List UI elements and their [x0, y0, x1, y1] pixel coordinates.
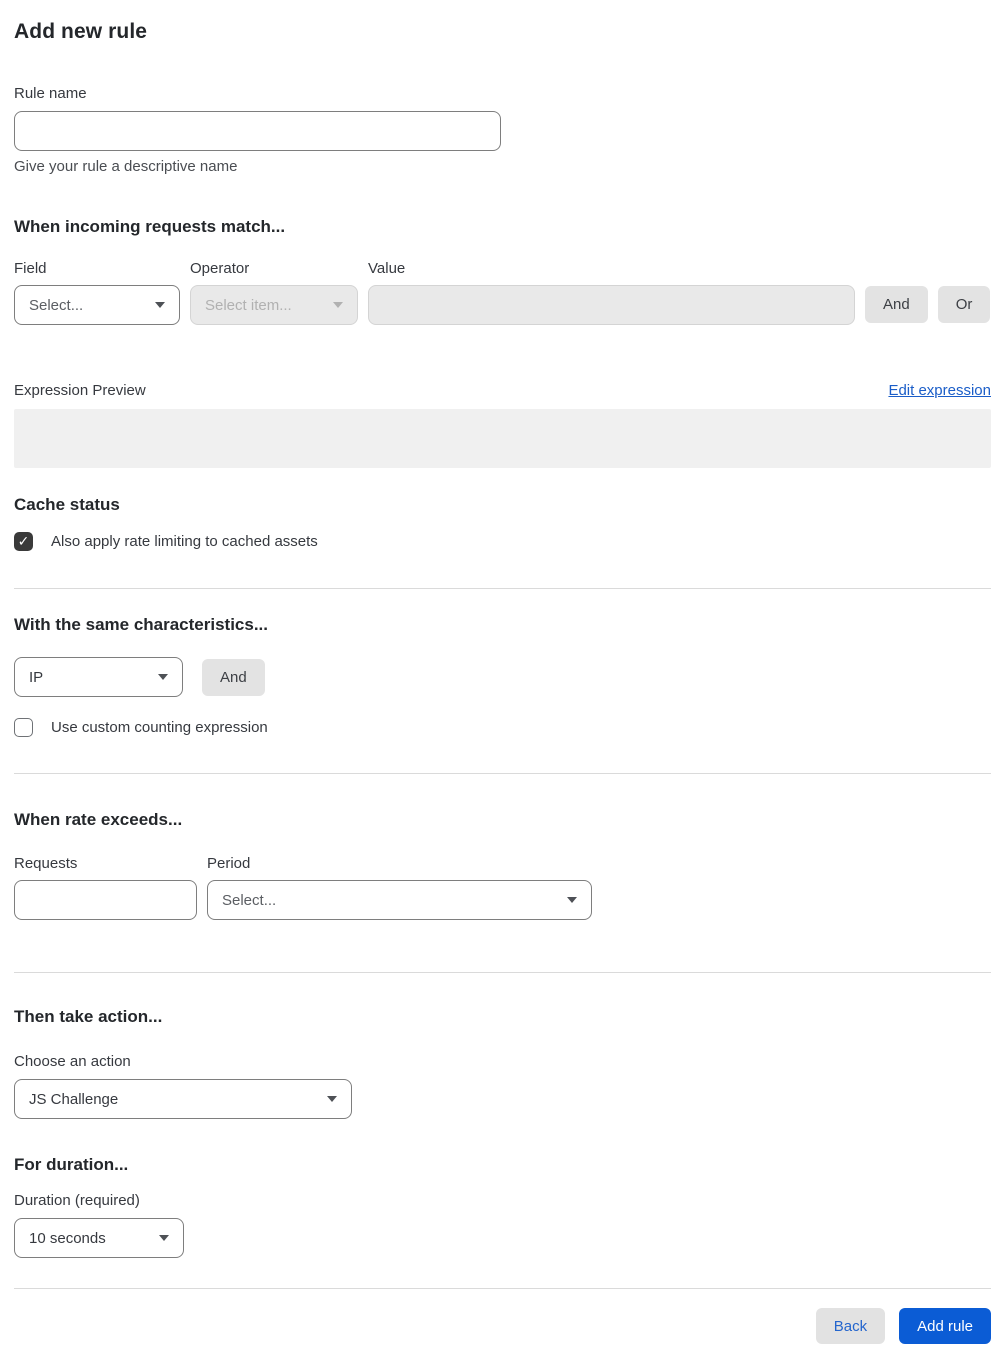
value-label: Value	[368, 260, 406, 277]
field-select[interactable]: Select...	[14, 285, 180, 325]
chevron-down-icon	[567, 897, 577, 903]
requests-label: Requests	[14, 855, 78, 872]
divider	[14, 972, 991, 973]
operator-select[interactable]: Select item...	[190, 285, 358, 325]
value-input[interactable]	[368, 285, 855, 325]
cache-section-heading: Cache status	[14, 495, 120, 514]
choose-action-label: Choose an action	[14, 1053, 131, 1070]
operator-select-value: Select item...	[205, 296, 292, 314]
field-label: Field	[14, 260, 47, 277]
action-select[interactable]: JS Challenge	[14, 1079, 352, 1119]
characteristic-and-button[interactable]: And	[202, 658, 265, 696]
period-select[interactable]: Select...	[207, 880, 592, 920]
chevron-down-icon	[155, 302, 165, 308]
divider	[14, 773, 991, 774]
cached-assets-checkbox[interactable]: ✓	[14, 532, 33, 551]
add-rule-form: Add new rule Rule name Give your rule a …	[0, 0, 1002, 1358]
match-section-heading: When incoming requests match...	[14, 217, 286, 236]
divider	[14, 588, 991, 589]
page-title: Add new rule	[14, 20, 148, 43]
action-section-heading: Then take action...	[14, 1007, 163, 1026]
duration-label: Duration (required)	[14, 1192, 140, 1209]
chevron-down-icon	[159, 1235, 169, 1241]
period-select-value: Select...	[222, 891, 277, 909]
action-select-value: JS Challenge	[29, 1090, 119, 1108]
period-label: Period	[207, 855, 251, 872]
chevron-down-icon	[333, 302, 343, 308]
rule-name-helper: Give your rule a descriptive name	[14, 158, 238, 175]
chevron-down-icon	[327, 1096, 337, 1102]
expression-preview-label: Expression Preview	[14, 382, 146, 399]
duration-select-value: 10 seconds	[29, 1229, 106, 1247]
operator-label: Operator	[190, 260, 250, 277]
add-rule-button[interactable]: Add rule	[899, 1308, 991, 1344]
custom-counting-checkbox[interactable]	[14, 718, 33, 737]
characteristic-select[interactable]: IP	[14, 657, 183, 697]
back-button[interactable]: Back	[815, 1308, 886, 1344]
cached-assets-checkbox-label[interactable]: Also apply rate limiting to cached asset…	[51, 533, 318, 550]
rule-name-label: Rule name	[14, 85, 87, 102]
and-button[interactable]: And	[865, 286, 928, 323]
rate-section-heading: When rate exceeds...	[14, 810, 183, 829]
expression-preview-box	[14, 409, 991, 468]
custom-counting-checkbox-label[interactable]: Use custom counting expression	[51, 719, 268, 736]
or-button[interactable]: Or	[937, 286, 991, 323]
chevron-down-icon	[158, 674, 168, 680]
rule-name-input[interactable]	[14, 111, 501, 151]
requests-input[interactable]	[14, 880, 197, 920]
duration-section-heading: For duration...	[14, 1155, 129, 1174]
edit-expression-link[interactable]: Edit expression	[888, 382, 991, 399]
duration-select[interactable]: 10 seconds	[14, 1218, 184, 1258]
characteristics-section-heading: With the same characteristics...	[14, 615, 269, 634]
divider	[14, 1288, 991, 1289]
field-select-value: Select...	[29, 296, 84, 314]
characteristic-select-value: IP	[29, 668, 44, 686]
